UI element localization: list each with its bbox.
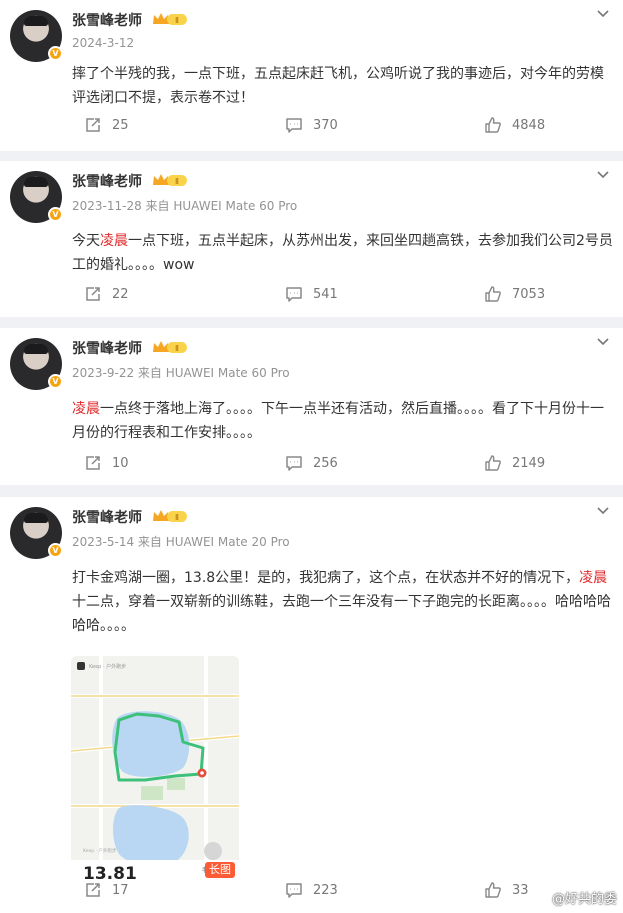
- post-card: V 张雪峰老师 Ⅱ 2023-9-22 来自 HUAWEI Mate 60 Pr…: [0, 328, 623, 485]
- post-image-map[interactable]: Keep · 户外跑步 Keep · 户外跑步 13.81 老 长图: [71, 656, 239, 880]
- vip-crown-icon: Ⅱ: [153, 13, 187, 25]
- like-button[interactable]: 33: [484, 881, 529, 899]
- like-count: 2149: [512, 455, 546, 471]
- repost-icon: [86, 456, 100, 470]
- post-meta[interactable]: 2024-3-12: [72, 36, 134, 50]
- author-name[interactable]: 张雪峰老师: [72, 507, 142, 527]
- comment-count: 223: [313, 882, 338, 898]
- post-card: V 张雪峰老师 Ⅱ 2024-3-12 摔了个半残的我，一点下班，五点起床赶飞机…: [0, 0, 623, 151]
- verified-badge-icon: V: [48, 374, 63, 389]
- svg-text:Ⅱ: Ⅱ: [175, 513, 179, 522]
- repost-icon: [86, 883, 100, 897]
- post-meta[interactable]: 2023-9-22 来自 HUAWEI Mate 60 Pro: [72, 364, 290, 381]
- action-bar: 10 256 2149: [0, 454, 623, 478]
- like-count: 33: [512, 882, 529, 898]
- verified-badge-icon: V: [48, 543, 63, 558]
- chevron-down-icon[interactable]: [595, 503, 611, 519]
- comment-icon: [286, 456, 302, 471]
- vip-crown-icon: Ⅱ: [153, 174, 187, 186]
- app-header-text: Keep · 户外跑步: [89, 664, 127, 670]
- author-name[interactable]: 张雪峰老师: [72, 10, 142, 30]
- post-card: V 张雪峰老师 Ⅱ 2023-5-14 来自 HUAWEI Mate 20 Pr…: [0, 497, 623, 913]
- post-card: V 张雪峰老师 Ⅱ 2023-11-28 来自 HUAWEI Mate 60 P…: [0, 161, 623, 317]
- post-text: 凌晨一点终于落地上海了。。。。下午一点半还有活动，然后直播。。。。看了下十月份十…: [72, 401, 604, 441]
- action-bar: 17 223 33: [0, 881, 623, 905]
- comment-count: 370: [313, 117, 338, 133]
- comment-button[interactable]: 370: [285, 116, 338, 134]
- repost-count: 10: [112, 455, 129, 471]
- repost-count: 25: [112, 117, 129, 133]
- highlight-text: 凌晨: [72, 401, 100, 417]
- repost-icon: [86, 118, 100, 132]
- like-icon: [485, 882, 501, 898]
- repost-button[interactable]: 22: [84, 285, 129, 303]
- comment-icon: [286, 883, 302, 898]
- repost-icon: [86, 287, 100, 301]
- author-name[interactable]: 张雪峰老师: [72, 338, 142, 358]
- post-meta[interactable]: 2023-11-28 来自 HUAWEI Mate 60 Pro: [72, 197, 297, 214]
- svg-text:Ⅱ: Ⅱ: [175, 177, 179, 186]
- post-text: 打卡金鸡湖一圈，13.8公里！是的，我犯病了，这个点，在状态并不好的情况下，凌晨…: [72, 570, 611, 634]
- highlight-text: 凌晨: [579, 570, 608, 586]
- like-button[interactable]: 7053: [484, 285, 545, 303]
- distance-stat: 13.81: [83, 864, 137, 880]
- repost-button[interactable]: 17: [84, 881, 129, 899]
- repost-button[interactable]: 10: [84, 454, 129, 472]
- long-image-tag: 长图: [205, 862, 235, 878]
- like-count: 7053: [512, 286, 546, 302]
- comment-icon: [286, 118, 302, 133]
- repost-count: 17: [112, 882, 129, 898]
- like-icon: [485, 455, 501, 471]
- action-bar: 25 370 4848: [0, 116, 623, 140]
- repost-count: 22: [112, 286, 129, 302]
- svg-text:Ⅱ: Ⅱ: [175, 16, 179, 25]
- action-bar: 22 541 7053: [0, 285, 623, 309]
- watermark: @好共的委: [551, 892, 617, 907]
- svg-text:Ⅱ: Ⅱ: [175, 344, 179, 353]
- verified-badge-icon: V: [48, 46, 63, 61]
- chevron-down-icon[interactable]: [595, 6, 611, 22]
- comment-icon: [286, 287, 302, 302]
- comment-count: 541: [313, 286, 338, 302]
- comment-count: 256: [313, 455, 338, 471]
- repost-button[interactable]: 25: [84, 116, 129, 134]
- comment-button[interactable]: 256: [285, 454, 338, 472]
- comment-button[interactable]: 541: [285, 285, 338, 303]
- like-icon: [485, 117, 501, 133]
- highlight-text: 凌晨: [100, 233, 128, 249]
- like-button[interactable]: 2149: [484, 454, 545, 472]
- vip-crown-icon: Ⅱ: [153, 341, 187, 353]
- verified-badge-icon: V: [48, 207, 63, 222]
- map-illustration: [71, 656, 239, 880]
- post-meta[interactable]: 2023-5-14 来自 HUAWEI Mate 20 Pro: [72, 533, 290, 550]
- like-count: 4848: [512, 117, 546, 133]
- chevron-down-icon[interactable]: [595, 334, 611, 350]
- vip-crown-icon: Ⅱ: [153, 510, 187, 522]
- like-icon: [485, 286, 501, 302]
- comment-button[interactable]: 223: [285, 881, 338, 899]
- post-text: 摔了个半残的我，一点下班，五点起床赶飞机，公鸡听说了我的事迹后，对今年的劳模评选…: [72, 66, 604, 106]
- like-button[interactable]: 4848: [484, 116, 545, 134]
- post-text: 今天凌晨一点下班，五点半起床，从苏州出发，来回坐四趟高铁，去参加我们公司2号员工…: [72, 233, 613, 273]
- app-footer-text: Keep · 户外跑步: [83, 849, 117, 854]
- author-name[interactable]: 张雪峰老师: [72, 171, 142, 191]
- chevron-down-icon[interactable]: [595, 167, 611, 183]
